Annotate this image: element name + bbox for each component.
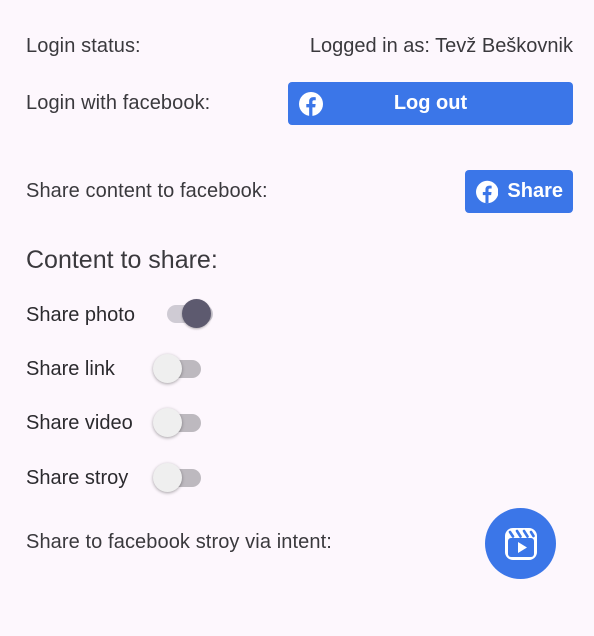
switch-thumb	[153, 354, 182, 383]
share-button-label: Share	[507, 180, 563, 202]
login-status-label: Login status:	[26, 34, 141, 57]
switch-row-link: Share link	[26, 354, 115, 384]
share-link-label: Share link	[26, 357, 115, 380]
reels-icon	[504, 527, 537, 560]
switch-thumb	[153, 463, 182, 492]
share-story-switch[interactable]	[153, 462, 201, 492]
switch-row-story: Share stroy	[26, 463, 128, 493]
switch-thumb	[153, 408, 182, 437]
switch-thumb	[182, 299, 211, 328]
share-video-switch[interactable]	[153, 407, 201, 437]
switch-row-video: Share video	[26, 408, 133, 438]
login-facebook-row: Login with facebook: Log out	[26, 82, 573, 125]
share-content-row: Share content to facebook: Share	[26, 170, 573, 213]
share-story-label: Share stroy	[26, 466, 129, 489]
intent-label: Share to facebook stroy via intent:	[26, 530, 332, 553]
intent-row: Share to facebook stroy via intent:	[26, 527, 332, 557]
login-facebook-label: Login with facebook:	[26, 92, 211, 114]
share-button[interactable]: Share	[465, 170, 573, 213]
share-content-label: Share content to facebook:	[26, 180, 268, 202]
content-section-title: Content to share:	[26, 246, 218, 274]
share-photo-switch[interactable]	[165, 298, 213, 328]
logout-button[interactable]: Log out	[288, 82, 573, 125]
facebook-icon	[476, 180, 499, 203]
share-story-intent-button[interactable]	[485, 508, 556, 579]
logout-button-label: Log out	[393, 92, 468, 114]
share-photo-label: Share photo	[26, 303, 135, 326]
login-status-row: Login status: Logged in as: Tevž Beškovn…	[26, 31, 573, 61]
share-video-label: Share video	[26, 411, 133, 434]
share-link-switch[interactable]	[153, 353, 201, 383]
switch-row-photo: Share photo	[26, 300, 135, 330]
login-status-value: Logged in as: Tevž Beškovnik	[309, 34, 573, 57]
